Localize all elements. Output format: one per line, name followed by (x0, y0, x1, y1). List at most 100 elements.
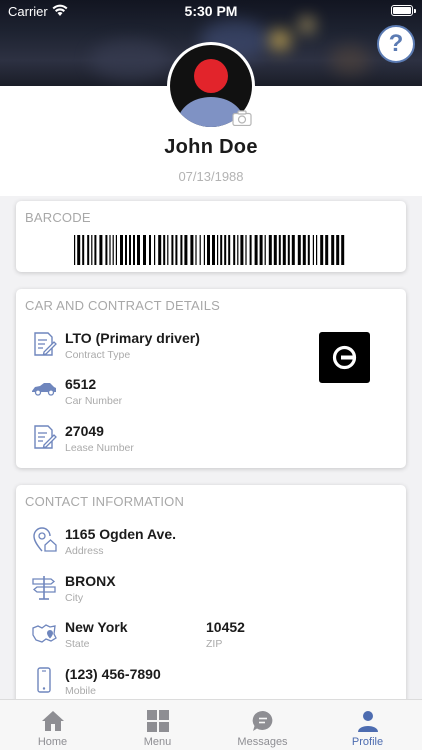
barcode-image (74, 235, 345, 265)
city-label: City (65, 592, 84, 604)
barcode-bar (137, 235, 140, 265)
barcode-bar (212, 235, 215, 265)
status-bar: Carrier 5:30 PM (0, 0, 422, 22)
chat-icon (252, 710, 273, 731)
tab-messages[interactable]: Messages (210, 700, 315, 750)
tab-menu-label: Menu (143, 736, 172, 748)
barcode-bar (268, 235, 272, 265)
barcode-bar (109, 235, 111, 265)
document-edit-icon (34, 425, 57, 449)
barcode-bar (331, 235, 335, 265)
barcode-bar (325, 235, 329, 265)
barcode-bar (149, 235, 151, 265)
barcode-card: BARCODE (16, 201, 406, 272)
person-icon (358, 711, 378, 732)
tab-home[interactable]: Home (0, 700, 105, 750)
address-value: 1165 Ogden Ave. (65, 526, 177, 542)
barcode-bar (171, 235, 174, 265)
map-icon (32, 624, 57, 643)
barcode-bar (190, 235, 194, 265)
camera-icon[interactable] (232, 110, 252, 126)
barcode-bar (302, 235, 306, 265)
grid-icon (147, 710, 169, 732)
barcode-bar (120, 235, 123, 265)
barcode-bar (336, 235, 340, 265)
barcode-bar (154, 235, 156, 265)
barcode-bar (105, 235, 108, 265)
car-number-label: Car Number (65, 395, 123, 407)
barcode-bar (240, 235, 244, 265)
lease-number-value: 27049 (65, 423, 104, 439)
zip-value: 10452 (206, 619, 245, 635)
city-value: BRONX (65, 573, 116, 589)
barcode-bar (184, 235, 188, 265)
barcode-bar (115, 235, 117, 265)
home-icon (42, 711, 64, 731)
barcode-bar (233, 235, 236, 265)
barcode-bar (74, 235, 76, 265)
contact-info-card: CONTACT INFORMATION 1165 Ogden Ave. Addr… (16, 485, 406, 710)
barcode-bar (224, 235, 227, 265)
barcode-bar (129, 235, 131, 265)
contract-type-value: LTO (Primary driver) (65, 330, 200, 346)
barcode-bar (278, 235, 281, 265)
battery-icon (391, 5, 416, 16)
barcode-bar (77, 235, 81, 265)
mobile-label: Mobile (65, 685, 96, 697)
barcode-bar (264, 235, 266, 265)
barcode-bar (220, 235, 223, 265)
barcode-bar (180, 235, 183, 265)
barcode-bar (297, 235, 301, 265)
barcode-bar (163, 235, 166, 265)
tab-home-label: Home (37, 736, 68, 748)
car-card-title: CAR AND CONTRACT DETAILS (25, 298, 221, 313)
barcode-bar (291, 235, 295, 265)
barcode-bar (99, 235, 103, 265)
barcode-bar (143, 235, 146, 265)
barcode-bar (94, 235, 97, 265)
barcode-card-title: BARCODE (25, 210, 91, 225)
barcode-bar (217, 235, 219, 265)
uber-logo (319, 332, 370, 383)
barcode-bar (195, 235, 197, 265)
car-number-value: 6512 (65, 376, 97, 392)
barcode-bar (307, 235, 310, 265)
barcode-bar (125, 235, 127, 265)
mobile-value: (123) 456-7890 (65, 666, 161, 682)
barcode-bar (199, 235, 201, 265)
help-button[interactable]: ? (377, 25, 415, 63)
barcode-bar (207, 235, 210, 265)
tab-menu[interactable]: Menu (105, 700, 210, 750)
signpost-icon (32, 576, 56, 600)
state-value: New York (65, 619, 128, 635)
help-question-icon: ? (388, 30, 404, 57)
barcode-bar (203, 235, 205, 265)
contact-card-title: CONTACT INFORMATION (25, 494, 185, 509)
profile-screen: Carrier 5:30 PM ? John Doe 07/13/1988 BA… (0, 0, 422, 750)
barcode-bar (237, 235, 239, 265)
barcode-bar (245, 235, 247, 265)
barcode-bar (282, 235, 286, 265)
lease-number-label: Lease Number (65, 442, 134, 454)
barcode-bar (228, 235, 231, 265)
tab-messages-label: Messages (237, 736, 288, 748)
address-label: Address (65, 545, 104, 557)
tab-profile-label: Profile (351, 736, 384, 748)
barcode-bar (320, 235, 324, 265)
barcode-bar (341, 235, 345, 265)
barcode-bar (312, 235, 314, 265)
tab-bar: Home Menu Messages Profile (0, 699, 422, 750)
zip-label: ZIP (206, 638, 223, 650)
status-time: 5:30 PM (184, 3, 238, 19)
tab-profile[interactable]: Profile (315, 700, 420, 750)
barcode-bar (316, 235, 318, 265)
contract-type-label: Contract Type (65, 349, 131, 361)
profile-dob: 07/13/1988 (178, 169, 244, 184)
barcode-bar (167, 235, 169, 265)
location-home-icon (33, 527, 57, 552)
barcode-bar (249, 235, 252, 265)
profile-name: John Doe (164, 136, 258, 158)
document-edit-icon (34, 332, 57, 356)
barcode-bar (87, 235, 90, 265)
barcode-bar (112, 235, 114, 265)
